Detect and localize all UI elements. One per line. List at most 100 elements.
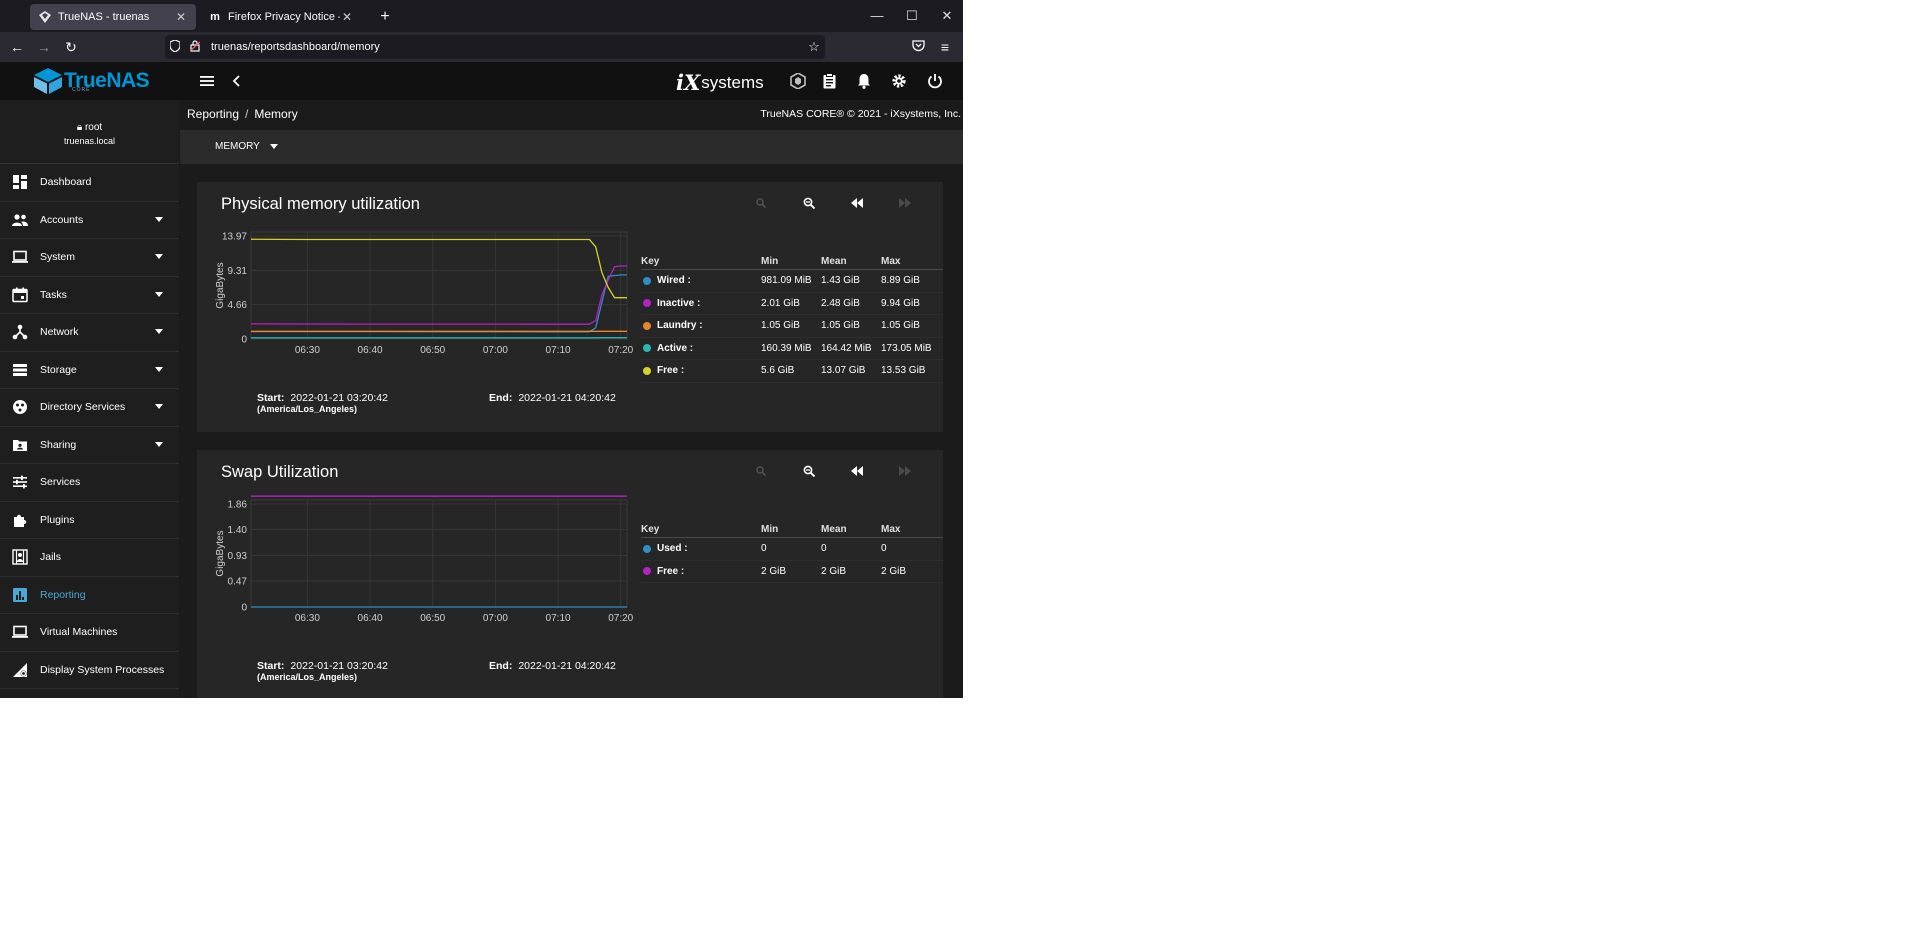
sidebar-item-sharing[interactable]: Sharing	[0, 427, 179, 464]
storage-icon	[0, 362, 40, 378]
browser-tab-truenas[interactable]: TrueNAS - truenas ✕	[30, 4, 196, 30]
y-axis-label: GigaBytes	[215, 530, 226, 576]
tab-title: TrueNAS - truenas	[58, 11, 150, 23]
sidebar-item-dashboard[interactable]: Dashboard	[0, 164, 179, 202]
sidebar-item-jails[interactable]: Jails	[0, 539, 179, 577]
physical-memory-chart[interactable]: 06:30 06:40 06:50 07:00 07:10 07:20 0 4.66 9.31 1…	[209, 226, 639, 376]
step-forward-icon[interactable]	[881, 194, 929, 212]
zoom-in-icon[interactable]	[737, 462, 785, 480]
zoom-out-icon[interactable]	[785, 462, 833, 480]
sharing-icon	[0, 437, 40, 453]
close-tab-icon[interactable]: ✕	[340, 10, 354, 24]
legend-row[interactable]: Used : 0 0 0	[641, 538, 943, 561]
sidebar-item-services[interactable]: Services	[0, 464, 179, 502]
zoom-out-icon[interactable]	[785, 194, 833, 212]
tasks-icon	[0, 287, 40, 303]
collapse-sidebar-icon[interactable]	[224, 69, 248, 93]
sidebar-item-label: Plugins	[40, 513, 75, 526]
sidebar-item-system[interactable]: System	[0, 239, 179, 277]
browser-tab-privacy[interactable]: m Firefox Privacy Notice — Mozilla ✕	[200, 4, 362, 30]
legend-mean: 164.42 MiB	[821, 342, 872, 354]
swap-utilization-chart[interactable]: 06:30 06:40 06:50 07:00 07:10 07:20 0 0.47 0.93 1…	[209, 494, 639, 644]
legend-header: Key Min Mean Max	[641, 522, 943, 538]
accounts-icon	[0, 212, 40, 228]
screen: TrueNAS - truenas ✕ m Firefox Privacy No…	[0, 0, 963, 698]
start-range: Start: 2022-01-21 03:20:42 (America/Los_A…	[257, 660, 388, 682]
legend-row[interactable]: Laundry : 1.05 GiB 1.05 GiB 1.05 GiB	[641, 315, 943, 338]
power-icon[interactable]	[923, 69, 947, 93]
sidebar-item-storage[interactable]: Storage	[0, 352, 179, 389]
legend-key: Free :	[641, 566, 761, 577]
x-tick-label: 07:20	[608, 613, 633, 624]
legend-row[interactable]: Active : 160.39 MiB 164.42 MiB 173.05 MiB	[641, 338, 943, 360]
forward-icon[interactable]: →	[32, 35, 56, 59]
legend-key-name: Used :	[657, 543, 688, 555]
y-tick-label: 0.93	[228, 551, 248, 562]
insecure-lock-icon[interactable]	[185, 39, 205, 55]
end-label: End:	[489, 660, 513, 672]
settings-gear-icon[interactable]	[887, 69, 911, 93]
pocket-icon[interactable]	[906, 35, 930, 59]
close-tab-icon[interactable]: ✕	[174, 10, 188, 24]
legend-color-dot	[643, 567, 651, 576]
url-bar[interactable]: truenas/reportsdashboard/memory ☆	[165, 35, 825, 59]
end-range: End: 2022-01-21 04:20:42	[489, 660, 616, 672]
breadcrumb-separator: /	[245, 107, 249, 121]
sidebar-item-label: Services	[40, 476, 81, 489]
minimize-icon[interactable]: —	[862, 4, 892, 28]
bookmark-star-icon[interactable]: ☆	[803, 39, 825, 55]
menu-toggle-icon[interactable]	[195, 69, 219, 93]
chevron-down-icon	[269, 144, 278, 149]
reload-icon[interactable]: ↻	[59, 35, 83, 59]
zoom-in-icon[interactable]	[737, 194, 785, 212]
start-value: 2022-01-21 03:20:42	[290, 660, 388, 672]
y-tick-label: 4.66	[228, 300, 248, 311]
truecommand-icon[interactable]	[786, 69, 810, 93]
virtual-machines-icon	[0, 624, 40, 640]
legend-header-mean: Mean	[821, 524, 847, 535]
legend-key: Laundry :	[641, 320, 761, 331]
chart-toolbar	[737, 462, 929, 480]
report-selector-bar: MEMORY	[180, 130, 963, 164]
host-name: truenas.local	[63, 136, 116, 146]
legend-mean: 1.05 GiB	[821, 320, 860, 332]
sidebar-item-virtual-machines[interactable]: Virtual Machines	[0, 614, 179, 652]
shield-icon[interactable]	[165, 38, 185, 55]
sidebar-item-reporting[interactable]: Reporting	[0, 577, 179, 614]
x-tick-label: 06:40	[358, 613, 383, 624]
step-back-icon[interactable]	[833, 194, 881, 212]
legend-color-dot	[643, 276, 651, 285]
breadcrumb-reporting[interactable]: Reporting	[187, 107, 239, 121]
legend-row[interactable]: Free : 5.6 GiB 13.07 GiB 13.53 GiB	[641, 360, 943, 383]
sidebar-item-tasks[interactable]: Tasks	[0, 277, 179, 314]
back-icon[interactable]: ←	[5, 35, 29, 59]
legend-row[interactable]: Free : 2 GiB 2 GiB 2 GiB	[641, 561, 943, 583]
sidebar-item-directory-services[interactable]: Directory Services	[0, 389, 179, 427]
end-label: End:	[489, 392, 513, 404]
url-text: truenas/reportsdashboard/memory	[211, 41, 380, 53]
sidebar-item-display-system-processes[interactable]: Display System Processes	[0, 652, 179, 689]
legend-row[interactable]: Inactive : 2.01 GiB 2.48 GiB 9.94 GiB	[641, 293, 943, 315]
sidebar-item-network[interactable]: Network	[0, 314, 179, 352]
sidebar-item-plugins[interactable]: Plugins	[0, 502, 179, 539]
step-back-icon[interactable]	[833, 462, 881, 480]
notifications-bell-icon[interactable]	[852, 69, 876, 93]
truenas-logo[interactable]: TrueNAS	[34, 68, 150, 94]
ixsystems-logo[interactable]: iX systems	[676, 70, 764, 95]
legend-mean: 0	[821, 543, 827, 555]
new-tab-button[interactable]: +	[374, 6, 396, 28]
close-window-icon[interactable]: ✕	[932, 4, 962, 28]
sidebar-item-accounts[interactable]: Accounts	[0, 202, 179, 239]
app-menu-icon[interactable]: ≡	[933, 35, 957, 59]
chart-toolbar	[737, 194, 929, 212]
legend-header-min: Min	[761, 524, 779, 535]
maximize-icon[interactable]: ☐	[897, 4, 927, 28]
browser-tab-bar: TrueNAS - truenas ✕ m Firefox Privacy No…	[0, 0, 963, 32]
task-manager-icon[interactable]	[817, 69, 841, 93]
legend-row[interactable]: Wired : 981.09 MiB 1.43 GiB 8.89 GiB	[641, 270, 943, 293]
sidebar-item-label: Directory Services	[40, 401, 126, 414]
step-forward-icon[interactable]	[881, 462, 929, 480]
x-tick-label: 06:30	[295, 613, 320, 624]
legend-max: 2 GiB	[881, 565, 907, 577]
report-type-select[interactable]: MEMORY	[215, 141, 278, 152]
